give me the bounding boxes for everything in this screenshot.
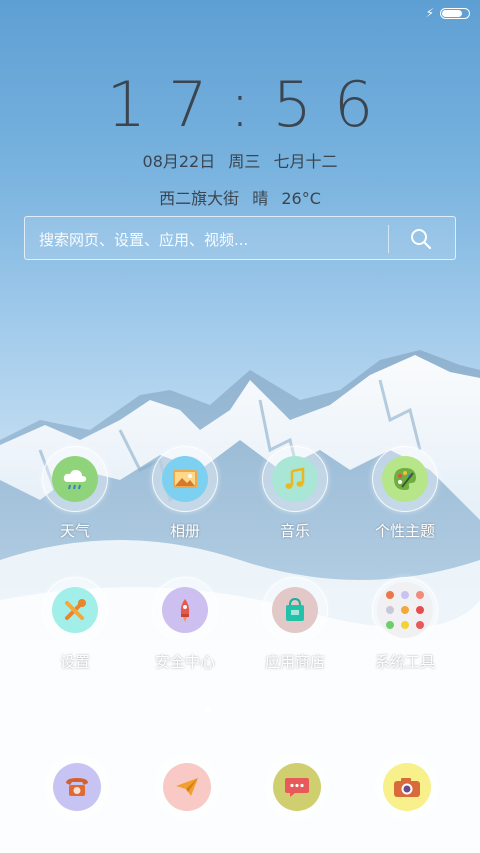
- app-label: 天气: [59, 522, 90, 540]
- app-label: 系统工具: [374, 653, 435, 671]
- app-label: 相册: [169, 522, 200, 540]
- app-themes[interactable]: 个性主题: [355, 446, 455, 541]
- page-dot[interactable]: [221, 707, 227, 713]
- lightning-bolt-icon: ⚡: [425, 6, 434, 20]
- app-weather[interactable]: 天气: [25, 446, 125, 541]
- palette-icon: [382, 456, 428, 502]
- security-rocket-icon: [162, 587, 208, 633]
- chat-bubble-icon: [273, 763, 321, 811]
- settings-tools-icon: [52, 587, 98, 633]
- app-store[interactable]: 应用商店: [245, 577, 345, 672]
- battery-icon: [440, 7, 470, 19]
- app-settings[interactable]: 设置: [25, 577, 125, 672]
- search-icon[interactable]: [409, 227, 433, 251]
- app-label: 音乐: [279, 522, 310, 540]
- app-icon-ring: [152, 446, 218, 512]
- search-divider: [388, 225, 389, 253]
- status-bar: ⚡: [426, 6, 470, 20]
- weather-condition-text: 晴: [252, 189, 269, 208]
- app-security[interactable]: 安全中心: [135, 577, 235, 672]
- page-indicator[interactable]: [0, 707, 480, 713]
- search-input[interactable]: 搜索网页、设置、应用、视频...: [39, 229, 248, 250]
- dock-messages[interactable]: [137, 755, 237, 819]
- weather-line[interactable]: 西二旗大街 晴 26°C: [0, 185, 480, 209]
- temperature-text: 26°C: [281, 189, 321, 208]
- app-label: 安全中心: [154, 653, 215, 671]
- dock-icon-ring: [45, 755, 109, 819]
- app-icon-ring: [42, 446, 108, 512]
- app-icon-ring: [262, 446, 328, 512]
- app-icon-ring: [372, 577, 438, 643]
- home-screen: ⚡ 17:56 08月22日 周三 七月十二 西二旗大街 晴 26°C 搜索网页…: [0, 0, 480, 853]
- app-icon-ring: [262, 577, 328, 643]
- date-line: 08月22日 周三 七月十二: [0, 148, 480, 172]
- page-dot[interactable]: [269, 707, 275, 713]
- page-dot[interactable]: [237, 707, 243, 713]
- app-system-tools-folder[interactable]: 系统工具: [355, 577, 455, 672]
- dock-icon-ring: [265, 755, 329, 819]
- gallery-picture-icon: [162, 456, 208, 502]
- app-music[interactable]: 音乐: [245, 446, 345, 541]
- app-store-bag-icon: [272, 587, 318, 633]
- dock-camera[interactable]: [357, 755, 457, 819]
- app-icon-ring: [42, 577, 108, 643]
- phone-icon: [53, 763, 101, 811]
- dock-phone[interactable]: [27, 755, 127, 819]
- app-icon-ring: [152, 577, 218, 643]
- page-dot[interactable]: [253, 707, 259, 713]
- app-icon-ring: [372, 446, 438, 512]
- search-bar[interactable]: 搜索网页、设置、应用、视频...: [24, 216, 456, 260]
- lunar-date-text: 七月十二: [273, 152, 338, 171]
- dock-icon-ring: [375, 755, 439, 819]
- lock-clock[interactable]: 17:56: [0, 68, 480, 141]
- app-label: 应用商店: [264, 653, 325, 671]
- location-text: 西二旗大街: [159, 189, 240, 208]
- battery-fill: [442, 9, 463, 17]
- weather-cloud-rain-icon: [52, 456, 98, 502]
- app-label: 个性主题: [374, 522, 435, 540]
- app-gallery[interactable]: 相册: [135, 446, 235, 541]
- app-label: 设置: [59, 653, 90, 671]
- music-note-icon: [272, 456, 318, 502]
- dock-icon-ring: [155, 755, 219, 819]
- system-tools-folder-icon: [377, 582, 433, 638]
- page-dot[interactable]: [205, 707, 211, 713]
- dock-chat[interactable]: [247, 755, 347, 819]
- date-text: 08月22日: [142, 152, 216, 171]
- weekday-text: 周三: [228, 152, 261, 171]
- paper-plane-icon: [163, 763, 211, 811]
- camera-icon: [383, 763, 431, 811]
